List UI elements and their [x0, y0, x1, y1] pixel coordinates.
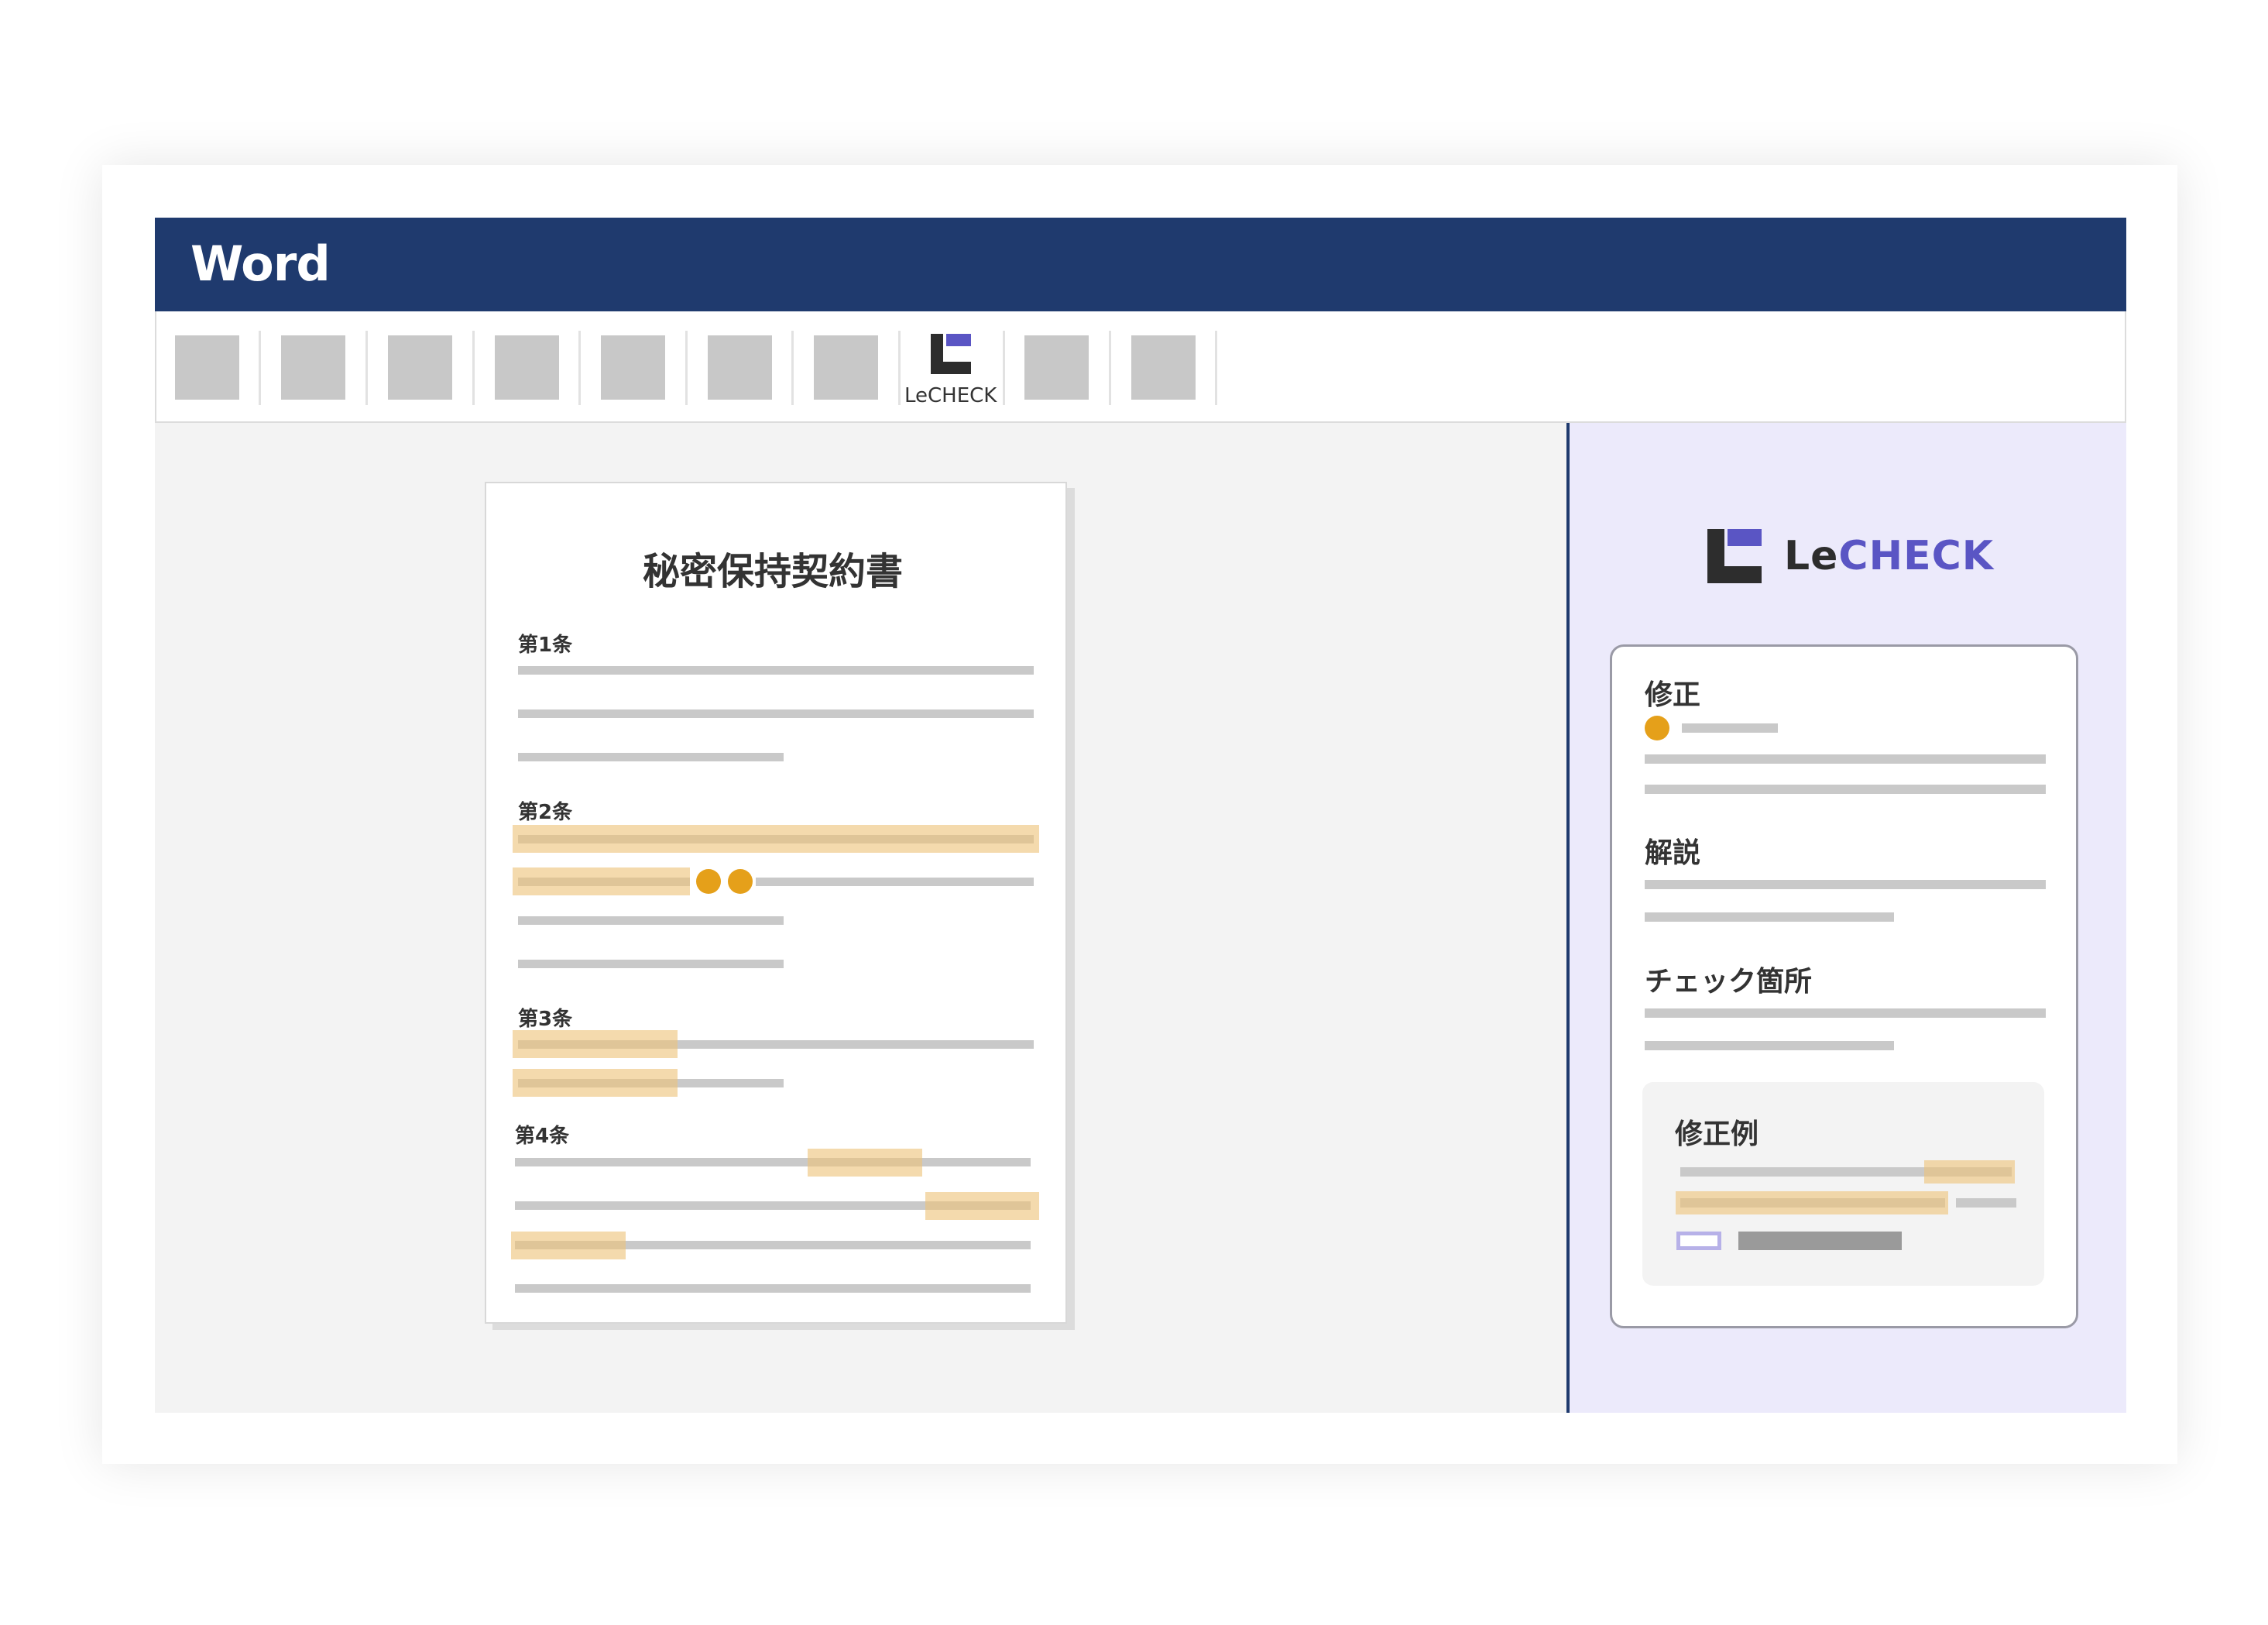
text-line: [515, 1158, 1031, 1166]
flagged-highlight[interactable]: [513, 825, 1039, 853]
text-line: [1956, 1198, 2016, 1208]
flagged-highlight[interactable]: [513, 1030, 678, 1058]
section-check-points-heading: チェック箇所: [1645, 966, 1813, 998]
ribbon-separator: [578, 331, 581, 405]
title-bar: [155, 218, 2126, 311]
section-explanation-heading: 解説: [1645, 837, 1701, 869]
lecheck-brand-name: LeCHECK: [1784, 533, 1994, 579]
text-line: [515, 1284, 1031, 1293]
flagged-highlight[interactable]: [808, 1149, 922, 1177]
text-line: [1645, 912, 1894, 922]
text-line: [1645, 785, 2046, 794]
revision-highlight: [1676, 1191, 1948, 1214]
section-correction-heading: 修正: [1645, 679, 1701, 711]
flagged-highlight[interactable]: [513, 1069, 678, 1097]
apply-correction-checkbox[interactable]: [1676, 1232, 1721, 1250]
ribbon-separator: [1003, 331, 1005, 405]
correction-marker-dot: [1645, 716, 1669, 740]
revision-highlight: [1924, 1160, 2015, 1184]
ribbon-button-9[interactable]: [1131, 335, 1196, 400]
ribbon-separator: [1215, 331, 1217, 405]
ribbon-separator: [1109, 331, 1111, 405]
ribbon-separator: [365, 331, 368, 405]
text-line: [1645, 1008, 2046, 1018]
lecheck-ribbon-label: LeCHECK: [904, 384, 997, 407]
flagged-highlight[interactable]: [513, 867, 695, 895]
brand-prefix: Le: [1784, 533, 1839, 579]
text-line: [518, 709, 1034, 718]
issue-marker-dot[interactable]: [728, 869, 753, 894]
panel-divider[interactable]: [1566, 423, 1570, 1413]
text-line: [518, 753, 784, 761]
article-4-heading: 第4条: [515, 1125, 570, 1148]
ribbon-button-5[interactable]: [601, 335, 665, 400]
section-correction-example-heading: 修正例: [1675, 1118, 1759, 1150]
ribbon-button-4[interactable]: [495, 335, 559, 400]
ribbon-separator: [898, 331, 901, 405]
ribbon-separator: [472, 331, 475, 405]
document-title: 秘密保持契約書: [643, 550, 904, 593]
flagged-highlight[interactable]: [511, 1232, 626, 1259]
ribbon-button-6[interactable]: [708, 335, 772, 400]
ribbon-separator: [685, 331, 688, 405]
flagged-highlight[interactable]: [925, 1192, 1039, 1220]
text-line: [1645, 880, 2046, 889]
text-line: [518, 960, 784, 968]
issue-marker-dot[interactable]: [696, 869, 721, 894]
app-title: Word: [190, 235, 331, 292]
ribbon-button-7[interactable]: [814, 335, 878, 400]
ribbon-separator: [791, 331, 794, 405]
ribbon-button-2[interactable]: [281, 335, 345, 400]
article-1-heading: 第1条: [518, 634, 573, 657]
text-line: [1682, 723, 1778, 733]
apply-correction-bar[interactable]: [1738, 1232, 1902, 1250]
text-line: [1645, 754, 2046, 764]
brand-suffix: CHECK: [1838, 533, 1995, 579]
article-3-heading: 第3条: [518, 1008, 573, 1031]
lecheck-logo-icon: [931, 334, 971, 374]
text-line: [518, 666, 1034, 675]
ribbon-button-3[interactable]: [388, 335, 452, 400]
ribbon-button-8[interactable]: [1024, 335, 1089, 400]
ribbon-separator: [259, 331, 261, 405]
text-line: [518, 916, 784, 925]
text-line: [1645, 1041, 1894, 1050]
lecheck-logo-icon: [1707, 529, 1762, 583]
article-2-heading: 第2条: [518, 801, 573, 824]
ribbon-button-1[interactable]: [175, 335, 239, 400]
